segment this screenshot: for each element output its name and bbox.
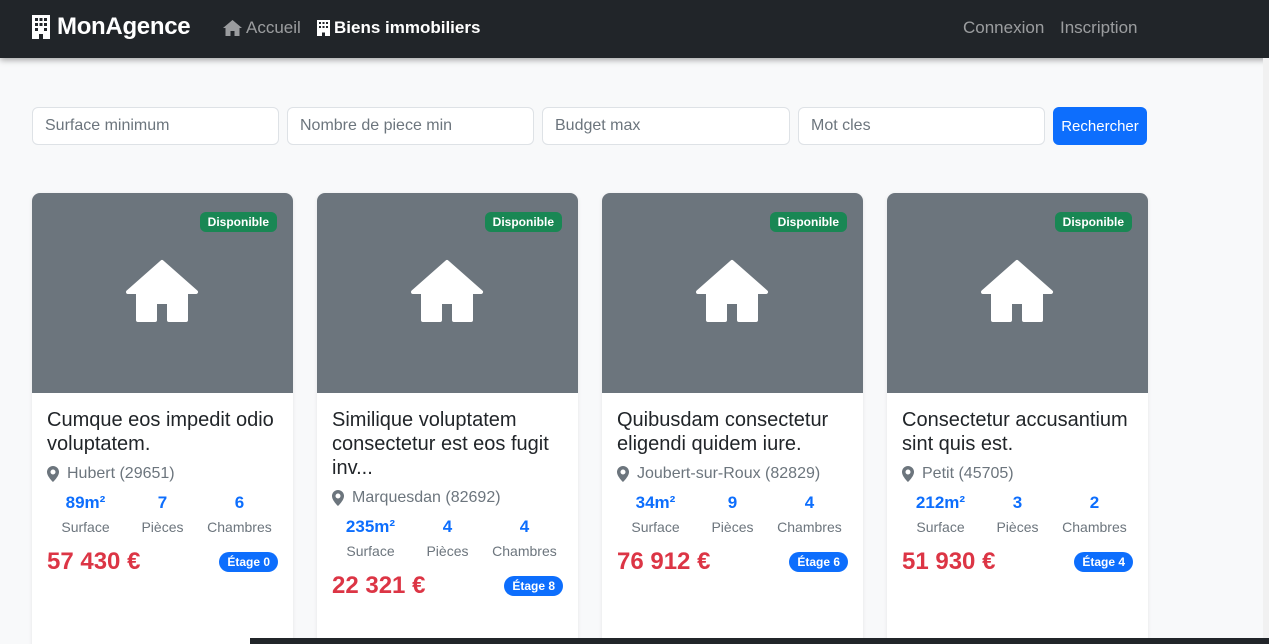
property-location: Joubert-sur-Roux (82829)	[617, 465, 848, 483]
etage-badge: Étage 8	[504, 576, 563, 596]
nav-accueil-label: Accueil	[246, 18, 301, 37]
etage-badge: Étage 4	[1074, 552, 1133, 572]
property-image: Disponible	[317, 193, 578, 393]
property-card[interactable]: Disponible Consectetur accusantium sint …	[887, 193, 1148, 644]
pieces-label: Pièces	[141, 519, 184, 535]
price-row: 76 912 € Étage 6	[617, 548, 848, 576]
surface-value: 212m²	[915, 493, 966, 512]
property-image: Disponible	[32, 193, 293, 393]
surface-value: 235m²	[345, 517, 396, 536]
map-pin-icon	[902, 466, 914, 482]
map-pin-icon	[617, 466, 629, 482]
etage-badge: Étage 6	[789, 552, 848, 572]
property-title[interactable]: Cumque eos impedit odio voluptatem.	[47, 408, 278, 456]
location-text: Marquesdan (82692)	[352, 489, 501, 506]
chambres-label: Chambres	[1062, 519, 1127, 535]
chambres-label: Chambres	[207, 519, 272, 535]
status-badge: Disponible	[199, 212, 277, 232]
search-button[interactable]: Rechercher	[1053, 107, 1147, 145]
login-link[interactable]: Connexion	[963, 18, 1044, 38]
status-badge: Disponible	[769, 212, 847, 232]
house-icon	[695, 259, 769, 328]
property-title[interactable]: Consectetur accusantium sint quis est.	[902, 408, 1133, 456]
pieces-value: 4	[442, 517, 453, 536]
surface-label: Surface	[346, 543, 395, 559]
surface-label: Surface	[631, 519, 680, 535]
building-icon	[317, 20, 330, 36]
property-title[interactable]: Similique voluptatem consectetur est eos…	[332, 408, 563, 480]
map-pin-icon	[332, 490, 344, 506]
property-price: 22 321 €	[332, 572, 426, 599]
property-location: Petit (45705)	[902, 465, 1133, 483]
pieces-value: 9	[727, 493, 738, 512]
brand-name: MonAgence	[57, 13, 191, 40]
etage-badge: Étage 0	[219, 552, 278, 572]
nav-biens-label: Biens immobiliers	[334, 18, 481, 37]
location-text: Joubert-sur-Roux (82829)	[637, 465, 821, 482]
property-stats: 34m² Surface 9 Pièces 4 Chambres	[617, 492, 848, 539]
scrollbar[interactable]	[1263, 58, 1269, 644]
surface-value: 34m²	[635, 493, 676, 512]
house-icon	[410, 259, 484, 328]
property-location: Hubert (29651)	[47, 465, 278, 483]
house-icon	[980, 259, 1054, 328]
nav-accueil[interactable]: Accueil	[223, 18, 301, 38]
property-price: 51 930 €	[902, 548, 996, 575]
chambres-value: 6	[234, 493, 245, 512]
chambres-value: 2	[1089, 493, 1100, 512]
property-card[interactable]: Disponible Similique voluptatem consecte…	[317, 193, 578, 644]
house-icon	[125, 259, 199, 328]
surface-min-input[interactable]	[32, 107, 279, 145]
pieces-label: Pièces	[996, 519, 1039, 535]
property-title[interactable]: Quibusdam consectetur eligendi quidem iu…	[617, 408, 848, 456]
brand-link[interactable]: MonAgence	[31, 13, 191, 41]
status-badge: Disponible	[1054, 212, 1132, 232]
keywords-input[interactable]	[798, 107, 1045, 145]
chambres-value: 4	[804, 493, 815, 512]
location-text: Hubert (29651)	[67, 465, 175, 482]
surface-label: Surface	[916, 519, 965, 535]
surface-value: 89m²	[65, 493, 106, 512]
pieces-label: Pièces	[711, 519, 754, 535]
budget-max-input[interactable]	[542, 107, 790, 145]
property-card[interactable]: Disponible Cumque eos impedit odio volup…	[32, 193, 293, 644]
bottom-bar	[250, 638, 1269, 644]
chambres-value: 4	[519, 517, 530, 536]
location-text: Petit (45705)	[922, 465, 1014, 482]
navbar: MonAgence Accueil Biens immobiliers Conn…	[0, 0, 1269, 58]
property-price: 76 912 €	[617, 548, 711, 575]
property-price: 57 430 €	[47, 548, 141, 575]
building-icon	[31, 15, 51, 39]
property-card[interactable]: Disponible Quibusdam consectetur eligend…	[602, 193, 863, 644]
property-image: Disponible	[602, 193, 863, 393]
home-icon	[223, 20, 242, 36]
surface-label: Surface	[61, 519, 110, 535]
pieces-min-input[interactable]	[287, 107, 534, 145]
property-stats: 212m² Surface 3 Pièces 2 Chambres	[902, 492, 1133, 539]
signup-link[interactable]: Inscription	[1060, 18, 1137, 38]
pieces-value: 3	[1012, 493, 1023, 512]
map-pin-icon	[47, 466, 59, 482]
property-stats: 89m² Surface 7 Pièces 6 Chambres	[47, 492, 278, 539]
chambres-label: Chambres	[492, 543, 557, 559]
price-row: 51 930 € Étage 4	[902, 548, 1133, 576]
pieces-value: 7	[157, 493, 168, 512]
property-stats: 235m² Surface 4 Pièces 4 Chambres	[332, 516, 563, 563]
property-image: Disponible	[887, 193, 1148, 393]
nav-biens-immobiliers[interactable]: Biens immobiliers	[317, 18, 480, 38]
chambres-label: Chambres	[777, 519, 842, 535]
status-badge: Disponible	[484, 212, 562, 232]
property-location: Marquesdan (82692)	[332, 489, 563, 507]
price-row: 57 430 € Étage 0	[47, 548, 278, 576]
price-row: 22 321 € Étage 8	[332, 572, 563, 600]
pieces-label: Pièces	[426, 543, 469, 559]
